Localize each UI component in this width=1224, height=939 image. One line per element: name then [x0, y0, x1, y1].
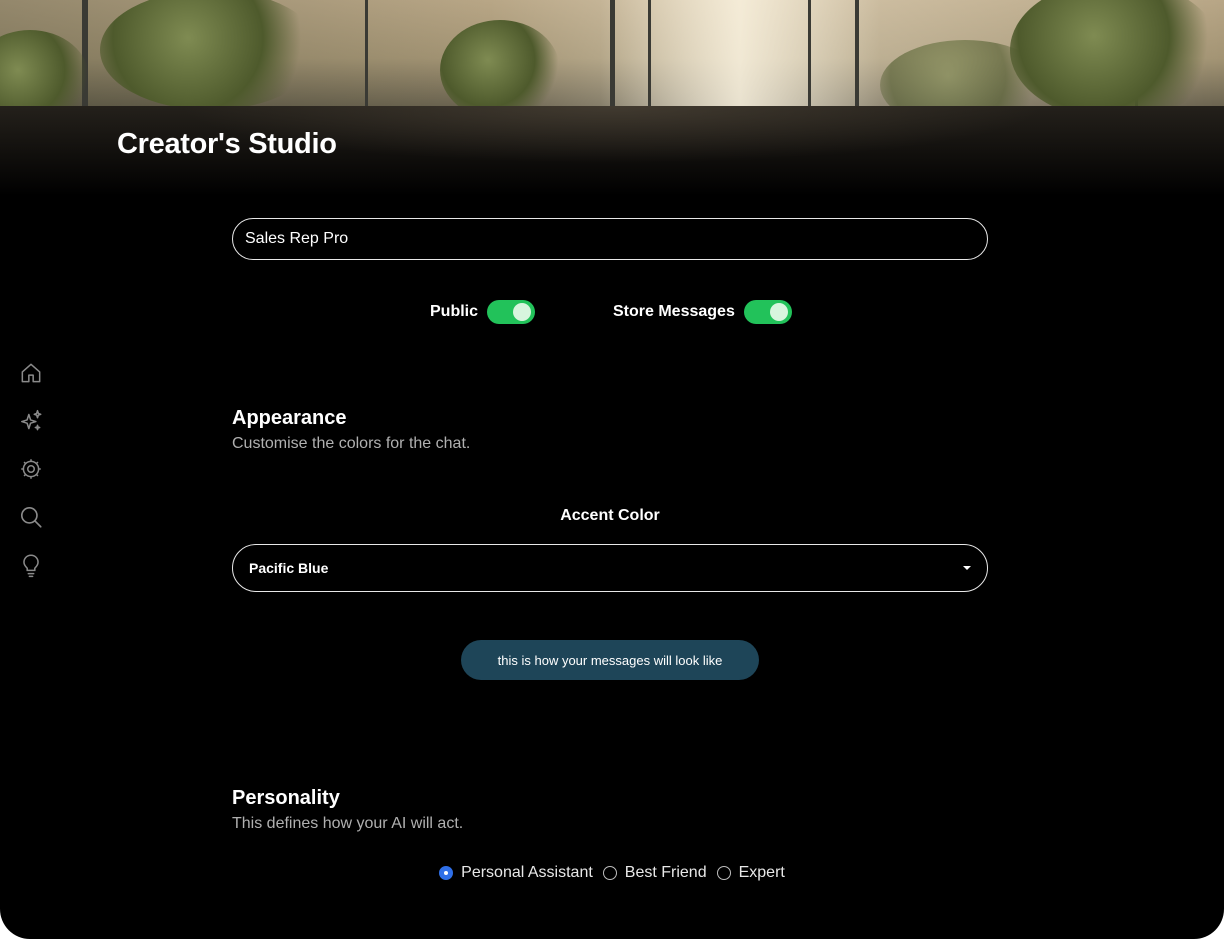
lightbulb-icon[interactable]	[18, 552, 44, 578]
radio-button-selected[interactable]	[439, 866, 454, 880]
radio-label: Best Friend	[624, 864, 707, 881]
toggle-knob	[769, 303, 788, 321]
page-title: Creator's Studio	[117, 128, 337, 160]
public-toggle-label: Public	[430, 303, 479, 320]
radio-expert[interactable]: Expert	[716, 864, 785, 882]
radio-best-friend[interactable]: Best Friend	[602, 864, 707, 882]
settings-icon[interactable]	[18, 456, 44, 482]
home-icon[interactable]	[18, 360, 44, 386]
sidebar	[18, 360, 46, 600]
store-messages-toggle[interactable]	[743, 300, 792, 324]
bot-name-input[interactable]	[232, 218, 988, 260]
radio-label: Personal Assistant	[461, 864, 593, 881]
radio-label: Expert	[738, 864, 785, 881]
public-toggle-group: Public	[430, 300, 536, 324]
message-preview-bubble: this is how your messages will look like	[461, 640, 759, 680]
personality-description: This defines how your AI will act.	[232, 815, 464, 832]
radio-button[interactable]	[602, 866, 617, 880]
app-window: Creator's Studio Sales Rep Pro Public St…	[0, 0, 1224, 939]
appearance-heading: Appearance	[232, 407, 347, 429]
personality-radio-group: Personal Assistant Best Friend Expert	[0, 861, 1224, 885]
toggle-row: Public Store Messages	[0, 300, 1224, 326]
accent-color-label: Accent Color	[560, 507, 660, 524]
appearance-description: Customise the colors for the chat.	[232, 435, 471, 452]
radio-personal-assistant[interactable]: Personal Assistant	[439, 864, 593, 882]
radio-button[interactable]	[716, 866, 731, 880]
public-toggle[interactable]	[487, 300, 536, 324]
accent-color-value: Pacific Blue	[249, 560, 329, 576]
store-messages-toggle-label: Store Messages	[613, 303, 735, 320]
store-messages-toggle-group: Store Messages	[613, 300, 792, 324]
sparkles-icon[interactable]	[18, 408, 44, 434]
search-icon[interactable]	[18, 504, 44, 530]
dropdown-caret-icon	[963, 566, 971, 570]
header-banner-image	[0, 0, 1224, 106]
toggle-knob	[513, 303, 532, 321]
personality-heading: Personality	[232, 787, 340, 809]
accent-color-select[interactable]: Pacific Blue	[232, 544, 988, 592]
